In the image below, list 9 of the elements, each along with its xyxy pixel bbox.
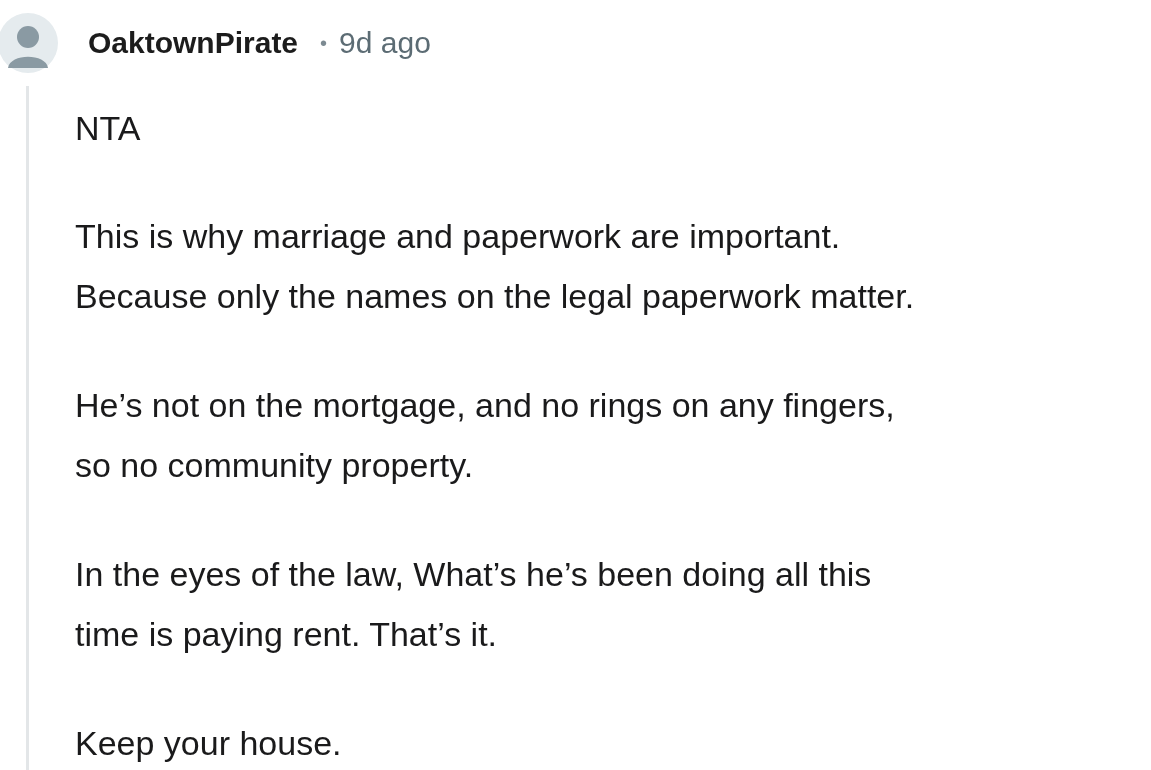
separator-dot: • <box>320 31 328 55</box>
comment-paragraph: Keep your house. <box>75 723 343 764</box>
timestamp: 9d ago <box>339 26 431 60</box>
username-link[interactable]: OaktownPirate <box>88 26 299 60</box>
comment-paragraph: He’s not on the mortgage, and no rings on any fingers, so no community property. <box>75 385 896 486</box>
comment-paragraph: This is why marriage and paperwork are important. Because only the names on the legal paperwork matter. <box>75 216 915 317</box>
avatar-icon[interactable] <box>0 13 58 73</box>
comment-paragraph: In the eyes of the law, What’s he’s been doing all this time is paying rent. That’s it. <box>75 554 873 655</box>
comment-paragraph: NTA <box>75 108 142 149</box>
